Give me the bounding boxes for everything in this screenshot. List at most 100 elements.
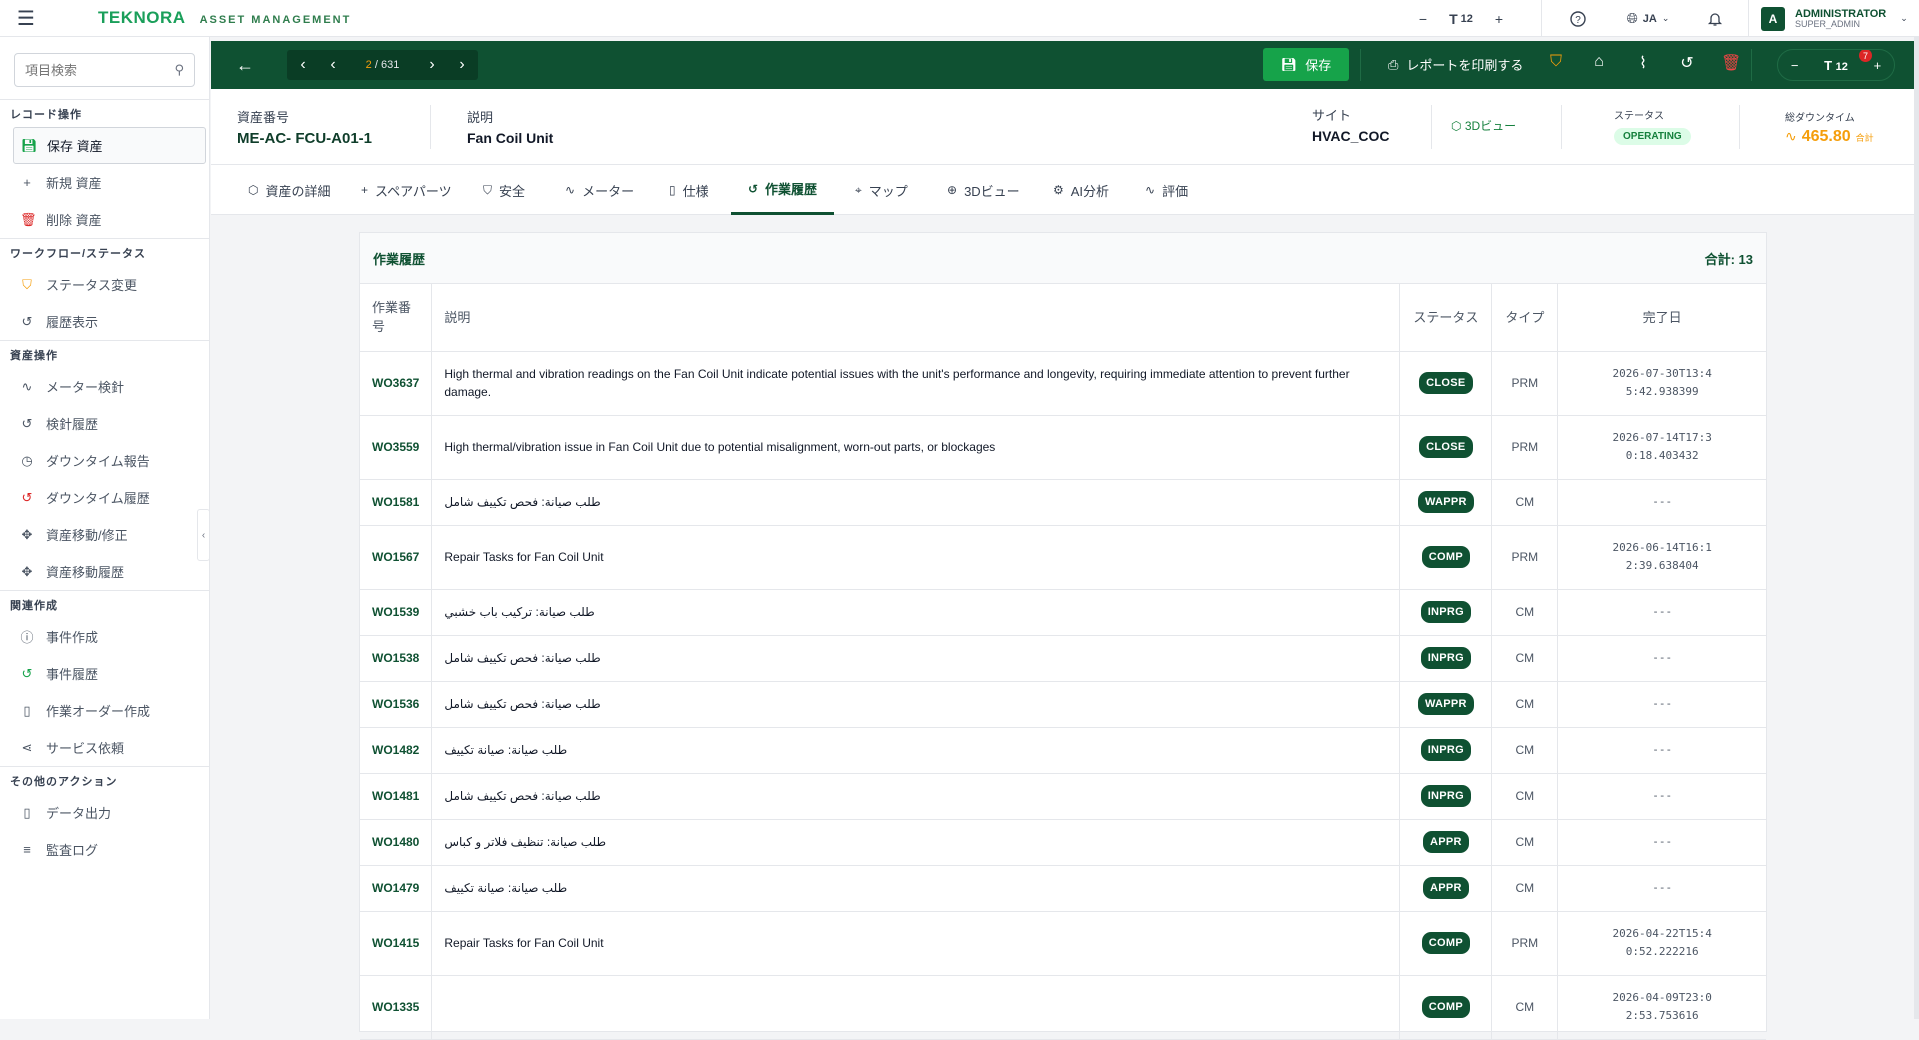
description-field: 説明 Fan Coil Unit (467, 107, 553, 146)
tab-item[interactable]: ∿ メーター (565, 165, 634, 215)
tab-item[interactable]: ∿ 評価 (1145, 165, 1188, 215)
tag-icon[interactable]: ⌂ (1589, 53, 1609, 71)
sidebar-item[interactable]: ↺ ダウンタイム履歴 (0, 479, 209, 516)
completed-date-text: --- (1652, 495, 1673, 508)
activity-icon: ∿ (565, 183, 576, 197)
view-3d-link[interactable]: ⬡ 3Dビュー (1451, 117, 1516, 134)
work-order-link[interactable]: WO1415 (360, 911, 433, 976)
work-order-link[interactable]: WO1482 (360, 727, 433, 774)
table-row[interactable]: WO1480 طلب صيانة: تنظيف فلاتر و كباس APPR C… (360, 819, 1766, 866)
tab-item[interactable]: ↺ 作業履歴 (731, 165, 834, 215)
paperclip-icon[interactable]: ⌇ (1633, 53, 1653, 73)
scrollbar[interactable] (1914, 37, 1919, 1019)
work-order-link[interactable]: WO1538 (360, 635, 433, 682)
last-page-button[interactable]: › (454, 56, 470, 74)
sidebar-item[interactable]: ⋖ サービス依頼 (0, 729, 209, 766)
page-indicator: 2 / 631 (365, 59, 400, 71)
sidebar-item[interactable]: 💾︎ 保存 資産 (13, 127, 206, 164)
work-order-link[interactable]: WO1335 (360, 975, 433, 1040)
search-input[interactable] (25, 62, 165, 78)
tab-item[interactable]: ⚙ AI分析 (1053, 165, 1109, 215)
work-order-link[interactable]: WO1479 (360, 865, 433, 912)
history-icon[interactable]: ↺ (1677, 53, 1697, 73)
tab-item[interactable]: ⛉ 安全 (483, 165, 525, 215)
table-row[interactable]: WO1415 Repair Tasks for Fan Coil Unit COMP… (360, 911, 1766, 976)
font-decrease-button[interactable]: − (1403, 0, 1443, 37)
work-order-link[interactable]: WO1581 (360, 479, 433, 526)
col-completed[interactable]: 完了日 (1557, 284, 1766, 352)
zoom-in-button[interactable]: + (1874, 58, 1882, 73)
status-badge: COMP (1421, 996, 1470, 1018)
work-order-link[interactable]: WO3637 (360, 351, 433, 416)
table-row[interactable]: WO1567 Repair Tasks for Fan Coil Unit COMP… (360, 525, 1766, 590)
sidebar-item[interactable]: ✥ 資産移動/修正 (0, 516, 209, 553)
work-order-link[interactable]: WO1567 (360, 525, 433, 590)
trash-icon[interactable]: 🗑︎ (1721, 53, 1741, 73)
font-increase-button[interactable]: + (1479, 0, 1519, 37)
sidebar-item[interactable]: ≡ 監査ログ (0, 831, 209, 868)
table-header-row: 作業番号 説明 ステータス タイプ 完了日 (360, 284, 1766, 352)
help-icon[interactable]: ? (1542, 0, 1614, 37)
table-row[interactable]: WO1479 طلب صيانة: صيانة تكييف APPR CM --- (360, 865, 1766, 912)
user-menu[interactable]: A ADMINISTRATOR SUPER_ADMIN ⌄ (1749, 0, 1919, 37)
bell-icon[interactable] (1682, 0, 1748, 37)
back-arrow-icon[interactable]: ← (236, 55, 266, 76)
sidebar-item[interactable]: ⓘ 事件作成 (0, 618, 209, 655)
sidebar-section-title: 関連作成 (0, 590, 209, 618)
sidebar-item[interactable]: ↺ 履歴表示 (0, 303, 209, 340)
col-type[interactable]: タイプ (1491, 284, 1559, 352)
work-order-link[interactable]: WO1536 (360, 681, 433, 728)
table-row[interactable]: WO3559 High thermal/vibration issue in Fa… (360, 415, 1766, 480)
sidebar-item[interactable]: ✥ 資産移動履歴 (0, 553, 209, 590)
col-status[interactable]: ステータス (1399, 284, 1493, 352)
sidebar-item[interactable]: ◷ ダウンタイム報告 (0, 442, 209, 479)
table-row[interactable]: WO1482 طلب صيانة: صيانة تكييف INPRG CM --- (360, 727, 1766, 774)
first-page-button[interactable]: ‹ (295, 56, 311, 74)
sidebar-item[interactable]: + 新規 資産 (0, 164, 209, 201)
work-order-link[interactable]: WO1539 (360, 589, 433, 636)
save-button[interactable]: 💾︎ 保存 (1263, 48, 1349, 81)
sidebar-item[interactable]: ↺ 検針履歴 (0, 405, 209, 442)
save-label: 保存 (1305, 58, 1332, 73)
next-page-button[interactable]: › (424, 56, 440, 74)
table-row[interactable]: WO1581 طلب صيانة: فحص تكييف شامل WAPPR CM --… (360, 479, 1766, 526)
shield-icon[interactable]: ⛉ (1546, 53, 1566, 71)
tab-item[interactable]: + スペアパーツ (361, 165, 452, 215)
col-wo[interactable]: 作業番号 (360, 284, 433, 352)
tab-item[interactable]: ▯ 仕様 (669, 165, 709, 215)
table-row[interactable]: WO1335 COMP CM 2026-04-09T23:02:53.753616 (360, 975, 1766, 1040)
work-order-link[interactable]: WO1480 (360, 819, 433, 866)
tab-label: 作業履歴 (765, 182, 818, 197)
sidebar-item[interactable]: ⛉ ステータス変更 (0, 266, 209, 303)
work-order-description: طلب صيانة: فحص تكييف شامل (431, 681, 1401, 728)
completed-date-text: --- (1652, 743, 1673, 756)
work-order-link[interactable]: WO1481 (360, 773, 433, 820)
sidebar-collapse-button[interactable]: ‹ (197, 509, 210, 561)
table-row[interactable]: WO3637 High thermal and vibration reading… (360, 351, 1766, 416)
tab-item[interactable]: ⌖ マップ (855, 165, 908, 215)
zoom-out-button[interactable]: − (1791, 58, 1799, 73)
language-selector[interactable]: 🌐︎ JA ⌄ (1614, 0, 1682, 37)
prev-page-button[interactable]: ‹ (325, 56, 341, 74)
sidebar-item[interactable]: ∿ メーター検針 (0, 368, 209, 405)
zoom-value: 12 (1835, 60, 1848, 73)
sidebar-item[interactable]: ▯ データ出力 (0, 794, 209, 831)
table-row[interactable]: WO1538 طلب صيانة: فحص تكييف شامل INPRG CM --… (360, 635, 1766, 682)
sidebar-search[interactable]: ⚲ (14, 53, 195, 87)
sidebar-item[interactable]: 🗑︎ 削除 資産 (0, 201, 209, 238)
sidebar-item[interactable]: ↺ 事件履歴 (0, 655, 209, 692)
table-row[interactable]: WO1481 طلب صيانة: فحص تكييف شامل INPRG CM --… (360, 773, 1766, 820)
col-description[interactable]: 説明 (431, 284, 1401, 352)
record-pager: ‹ ‹ 2 / 631 › › (287, 50, 478, 80)
tab-item[interactable]: ⬡ 資産の詳細 (248, 165, 331, 215)
sidebar-item[interactable]: ▯ 作業オーダー作成 (0, 692, 209, 729)
work-history-card: 作業履歴 合計: 13 作業番号 説明 ステータス タイプ 完了日 WO3637… (359, 232, 1767, 1040)
table-row[interactable]: WO1539 طلب صيانة: تركيب باب خشبي INPRG CM --… (360, 589, 1766, 636)
brand-logo: TEKNORA (98, 8, 186, 27)
menu-icon[interactable]: ☰ (17, 6, 52, 31)
print-report-button[interactable]: ⎙ レポートを印刷する (1388, 48, 1523, 81)
completed-date: --- (1557, 479, 1766, 526)
tab-item[interactable]: ⊕ 3Dビュー (947, 165, 1020, 215)
work-order-link[interactable]: WO3559 (360, 415, 433, 480)
table-row[interactable]: WO1536 طلب صيانة: فحص تكييف شامل WAPPR CM --… (360, 681, 1766, 728)
